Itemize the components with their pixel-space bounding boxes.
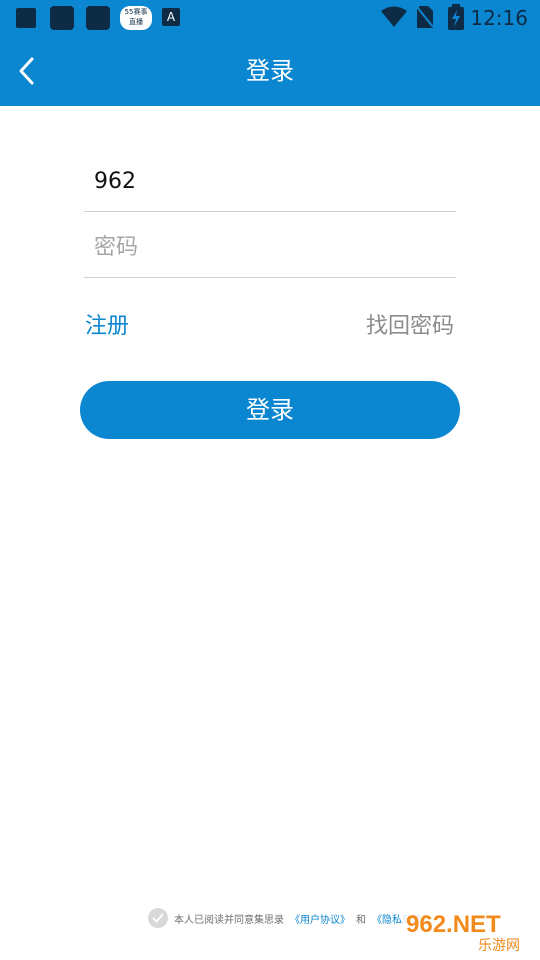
badge-text-line2: 直播 <box>129 18 143 26</box>
battery-charging-icon <box>448 4 464 30</box>
sports-app-badge-icon: 55赛事 直播 <box>120 6 152 30</box>
app-notification-icon <box>16 8 36 28</box>
agreement-row: 本人已阅读并同意集思录 《用户协议》 和 《隐私政策》 <box>148 904 432 932</box>
agreement-checkbox[interactable] <box>148 908 168 928</box>
page-title: 登录 <box>246 57 294 85</box>
login-button[interactable]: 登录 <box>80 381 460 439</box>
letter-a-label: A <box>166 10 176 24</box>
watermark-brand: 962.NET <box>406 911 501 938</box>
password-field-container <box>84 217 456 278</box>
checkmark-icon <box>152 913 164 923</box>
wifi-icon <box>381 6 407 27</box>
app-notification-icon <box>86 6 110 30</box>
user-agreement-link[interactable]: 《用户协议》 <box>290 911 350 926</box>
status-bar: 55赛事 直播 A 12:16 <box>0 0 540 36</box>
app-header: 登录 <box>0 36 540 106</box>
username-field-container <box>84 151 456 212</box>
status-time: 12:16 <box>470 6 528 30</box>
app-notification-icon <box>50 6 74 30</box>
badge-text-line1: 55赛事 <box>124 8 148 16</box>
agreement-text: 本人已阅读并同意集思录 <box>174 914 284 926</box>
no-sim-icon <box>416 6 434 28</box>
forgot-password-link[interactable]: 找回密码 <box>366 312 454 342</box>
watermark-logo: 962.NET 乐游网 <box>402 910 536 956</box>
username-input[interactable] <box>84 151 456 211</box>
letter-a-icon: A <box>162 8 180 26</box>
register-link[interactable]: 注册 <box>85 312 129 342</box>
watermark-caption: 乐游网 <box>478 938 520 954</box>
agreement-and: 和 <box>356 914 366 926</box>
password-input[interactable] <box>84 217 456 277</box>
